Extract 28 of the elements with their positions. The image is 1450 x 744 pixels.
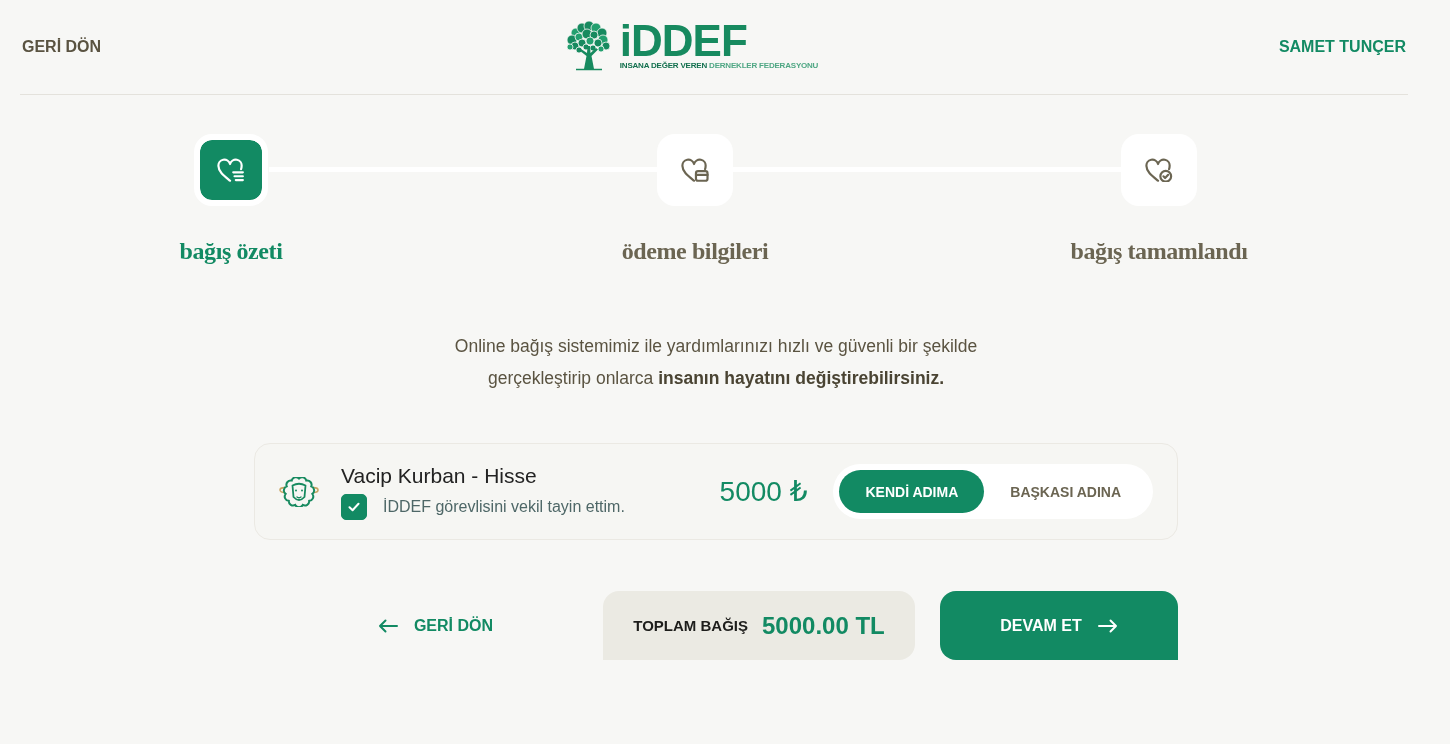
intro-text: Online bağış sistemimiz ile yardımlarınızı hızlı ve güvenli bir şekilde gerçekleştirip onlarca insanın hayatını değiştirebilirsiniz. xyxy=(453,335,979,390)
step-label: bağış tamamlandı xyxy=(1070,237,1248,266)
step-tile[interactable] xyxy=(1121,134,1197,206)
heart-check-icon xyxy=(1145,158,1173,182)
back-link[interactable]: GERİ DÖN xyxy=(20,38,104,56)
total-label: TOPLAM BAĞIŞ xyxy=(633,617,748,634)
heart-card-icon xyxy=(681,158,709,182)
check-icon xyxy=(348,502,360,512)
logo-tagline: INSANA DEĞER VEREN DERNEKLER FEDERASYONU xyxy=(619,61,819,71)
user-name-link[interactable]: SAMET TUNÇER xyxy=(1276,38,1408,56)
step-label: bağış özeti xyxy=(179,237,283,266)
left-arrow-icon xyxy=(377,618,398,633)
back-button[interactable]: GERİ DÖN xyxy=(377,616,493,635)
checkbox-label: İDDEF görevlisini vekil tayin ettim. xyxy=(383,498,625,516)
step-tile[interactable] xyxy=(194,134,268,206)
option-button[interactable]: BAŞKASI ADINA xyxy=(984,470,1147,513)
step-label: ödeme bilgileri xyxy=(621,237,769,266)
checkbox[interactable] xyxy=(341,494,367,520)
heart-list-icon xyxy=(217,158,245,182)
option-button[interactable]: KENDİ ADIMA xyxy=(839,470,985,513)
logo-wordmark: iDDEF xyxy=(619,21,747,61)
step-tile[interactable] xyxy=(657,134,733,206)
donation-title: Vacip Kurban - Hisse xyxy=(341,463,537,489)
right-arrow-icon xyxy=(1097,618,1118,633)
total-amount: 5000.00 TL xyxy=(762,611,885,640)
sheep-icon xyxy=(279,476,319,507)
amount-text: 5000 ₺ xyxy=(719,475,808,508)
continue-button[interactable]: DEVAM ET xyxy=(940,591,1178,660)
